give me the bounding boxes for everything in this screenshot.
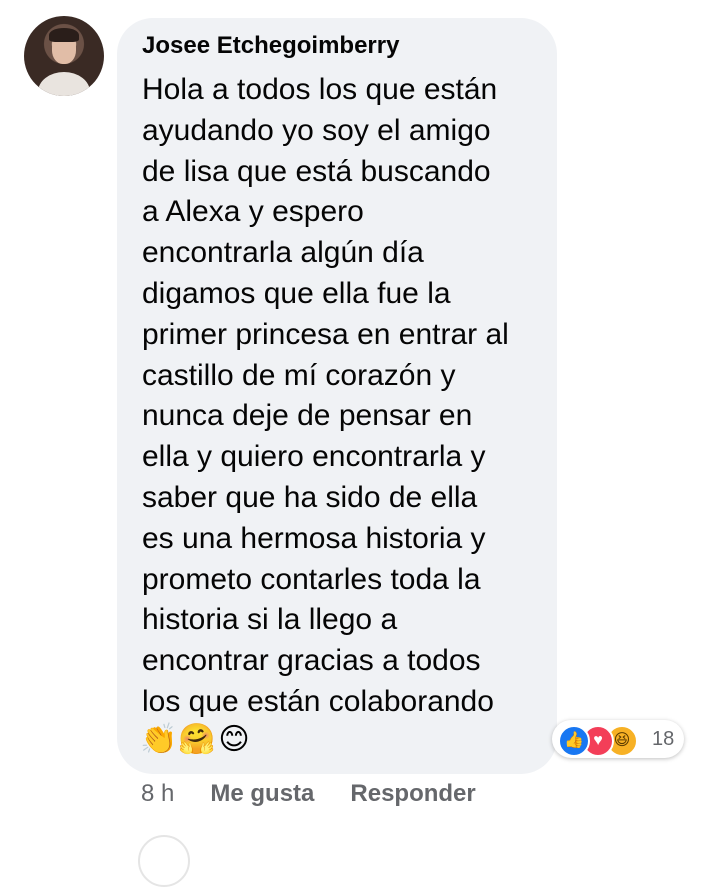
reply-button[interactable]: Responder [350, 780, 475, 808]
clapping-hands-emoji-icon: 👏 [140, 723, 178, 756]
reactions-summary[interactable]: 👍 ♥ 😆 18 [552, 720, 684, 758]
comment-line: historia si la llego a [142, 603, 398, 637]
smiling-face-emoji-icon: 😊 [218, 723, 250, 756]
comment-line: es una hermosa historia y [142, 521, 486, 555]
author-name[interactable]: Josee Etchegoimberry [142, 32, 399, 60]
comment-actions: 8 h Me gusta Responder [141, 780, 476, 808]
avatar-hair [49, 28, 79, 42]
comment-line: prometo contarles toda la [142, 562, 481, 596]
comment-line: Hola a todos los que están [142, 73, 498, 106]
comment-timestamp[interactable]: 8 h [141, 780, 174, 808]
comment-line: castillo de mí corazón y [142, 358, 456, 392]
like-reaction-icon: 👍 [558, 725, 590, 757]
comment-text: Hola a todos los que están ayudando yo s… [142, 70, 552, 723]
reaction-count: 18 [652, 728, 675, 750]
comment-line: encontrarla algún día [142, 236, 424, 270]
comment-line: los que están colaborando [142, 684, 494, 718]
comment-line: ayudando yo soy el amigo [142, 113, 491, 147]
avatar-shirt [38, 72, 90, 96]
next-comment-avatar[interactable] [138, 835, 190, 887]
comment-line: nunca deje de pensar en [142, 399, 473, 433]
comment-emojis: 👏 🤗 😊 [140, 722, 252, 758]
comment-line: digamos que ella fue la [142, 276, 451, 310]
comment-line: de lisa que está buscando [142, 154, 491, 188]
comment-line: saber que ha sido de ella [142, 480, 478, 514]
comment-line: ella y quiero encontrarla y [142, 440, 486, 474]
like-button[interactable]: Me gusta [210, 780, 314, 808]
author-avatar[interactable] [24, 16, 104, 96]
comment-line: encontrar gracias a todos [142, 644, 481, 678]
hugging-face-emoji-icon: 🤗 [178, 723, 216, 756]
comment-line: primer princesa en entrar al [142, 317, 509, 351]
comment-line: a Alexa y espero [142, 195, 364, 229]
